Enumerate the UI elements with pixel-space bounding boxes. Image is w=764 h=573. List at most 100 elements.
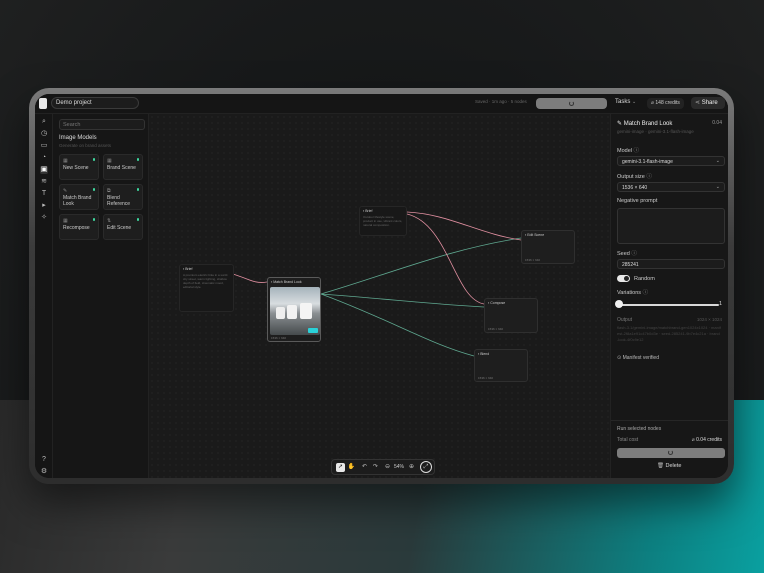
output-size-label: Output size ⓘ <box>617 174 652 180</box>
fit-view-icon[interactable]: ⤢ <box>420 461 432 473</box>
total-cost-label: Total cost <box>617 437 639 443</box>
video-icon[interactable]: ▸ <box>40 202 48 210</box>
app-window: Demo project Saved · 1m ago · 5 nodes Ta… <box>35 94 728 478</box>
select-tool-icon[interactable]: ➚ <box>336 463 345 472</box>
variations-slider-handle[interactable] <box>615 300 623 308</box>
negative-prompt-input[interactable] <box>617 208 725 244</box>
run-button[interactable] <box>536 98 607 109</box>
zoom-in-icon[interactable]: ⊕ <box>407 463 416 472</box>
model-tile-blend-reference[interactable]: ⧉ Blend Reference <box>103 184 143 210</box>
output-details: flash-3.1/gemini-image/matchbrand-gen102… <box>617 325 721 342</box>
share-icon: ⋖ <box>695 100 701 106</box>
model-tile-match-brand-look[interactable]: ✎ Match Brand Look <box>59 184 99 210</box>
variations-slider[interactable] <box>619 304 719 306</box>
section-title: Image Models <box>59 135 97 141</box>
brush-icon: ✎ <box>617 121 623 127</box>
grid-icon: ▦ <box>63 218 68 224</box>
brief-node[interactable]: ▪ Brief A premium electric bike in a sun… <box>179 264 234 312</box>
edge-brief2-to-edit <box>406 211 522 241</box>
seed-input[interactable]: 285241 <box>617 259 725 269</box>
zoom-out-icon[interactable]: ⊖ <box>383 463 392 472</box>
app-logo-icon[interactable] <box>39 98 47 109</box>
node-subtitle: gemini-image · gemini-3.1-flash-image <box>617 129 694 134</box>
variations-value: 1 <box>718 301 722 307</box>
model-select[interactable]: gemini-3.1-flash-image ⌄ <box>617 156 725 166</box>
edge-match-to-blend <box>320 293 475 357</box>
run-selected-button[interactable] <box>617 448 725 458</box>
tile-label: Blend Reference <box>107 195 131 207</box>
credits-badge[interactable]: ⌀ 148 credits <box>647 98 684 109</box>
node-title: ▪ Blend <box>478 352 490 356</box>
model-tile-new-scene[interactable]: ▦ New Scene <box>59 154 99 180</box>
tasks-menu[interactable]: Tasks ⌄ <box>615 99 636 105</box>
tile-label: Brand Scene <box>107 165 136 171</box>
node-title: ▪ Edit Scene <box>525 233 545 237</box>
share-button[interactable]: ⋖ Share <box>691 97 725 109</box>
model-tile-recompose[interactable]: ▦ Recompose <box>59 214 99 240</box>
node-title: ▪ Match Brand Look <box>271 280 302 284</box>
edit-scene-node[interactable]: ▪ Edit Scene 1536 × 640 <box>521 230 575 264</box>
tile-label: Edit Scene <box>107 225 132 231</box>
output-size-select[interactable]: 1536 × 640 ⌄ <box>617 182 725 192</box>
models-panel: Search Image Models Generate on brand as… <box>53 114 149 478</box>
blend-node[interactable]: ▪ Blend 1536 × 640 <box>474 349 528 382</box>
chevron-down-icon: ⌄ <box>632 99 637 105</box>
trash-icon: 🗑 <box>657 463 664 469</box>
search-icon[interactable]: ⌕ <box>40 118 48 126</box>
tile-label: New Scene <box>63 165 89 171</box>
brief-node-2[interactable]: ▪ Brief Outdoor lifestyle scene, product… <box>359 206 407 236</box>
palette-icon[interactable]: ◔ <box>40 154 48 162</box>
node-title: ▪ Brief <box>363 209 373 213</box>
undo-icon[interactable]: ↶ <box>360 463 369 472</box>
node-cost: 0.04 <box>712 120 722 126</box>
project-name-field[interactable]: Demo project <box>51 97 139 109</box>
chevron-down-icon: ⌄ <box>715 158 720 164</box>
section-subtitle: Generate on brand assets <box>59 143 112 148</box>
credit-icon: ⌀ <box>651 100 655 106</box>
model-tile-edit-scene[interactable]: ⇅ Edit Scene <box>103 214 143 240</box>
node-footer: 1536 × 640 <box>271 336 287 340</box>
edge-brief-to-match <box>232 273 268 283</box>
status-dot <box>92 188 95 191</box>
magic-wand-icon[interactable]: ✧ <box>40 214 48 222</box>
run-dock: Run selected nodes Total cost ⌀ 0.04 cre… <box>611 420 728 478</box>
tile-label: Match Brand Look <box>63 195 92 207</box>
text-icon[interactable]: T <box>40 190 48 198</box>
image-models-icon[interactable]: ▣ <box>40 166 48 174</box>
help-icon[interactable]: ? <box>40 456 48 464</box>
node-title: ▪ Brief <box>183 267 193 271</box>
frame-icon: ▦ <box>107 158 112 164</box>
model-tile-brand-scene[interactable]: ▦ Brand Scene <box>103 154 143 180</box>
search-input[interactable]: Search <box>59 119 145 130</box>
folder-icon[interactable]: ▭ <box>40 142 48 150</box>
random-toggle[interactable] <box>617 275 630 282</box>
status-dot <box>136 158 139 161</box>
status-dot <box>92 158 95 161</box>
chevron-down-icon: ⌄ <box>715 184 720 190</box>
inspector-panel: ✎ Match Brand Look 0.04 gemini-image · g… <box>610 114 728 478</box>
info-icon: ⓘ <box>633 148 640 154</box>
credit-icon: ⌀ <box>691 437 695 443</box>
settings-gear-icon[interactable]: ⚙ <box>40 468 48 476</box>
node-body: Outdoor lifestyle scene, product in use,… <box>363 215 403 227</box>
edge-match-to-edit <box>320 237 522 295</box>
redo-icon[interactable]: ↷ <box>371 463 380 472</box>
delete-button[interactable]: 🗑 Delete <box>657 463 681 469</box>
random-label: Random <box>634 276 655 282</box>
node-canvas[interactable]: ▪ Brief A premium electric bike in a sun… <box>149 114 610 478</box>
generated-image-thumbnail <box>270 287 320 335</box>
layers-icon[interactable]: ≋ <box>40 178 48 186</box>
node-title: ✎ Match Brand Look <box>617 121 673 127</box>
icon-rail: ⌕ ◷ ▭ ◔ ▣ ≋ T ▸ ✧ ? ⚙ <box>35 114 53 478</box>
negative-prompt-label: Negative prompt <box>617 198 658 204</box>
edge-match-to-compose <box>320 293 485 308</box>
history-icon[interactable]: ◷ <box>40 130 48 138</box>
tile-label: Recompose <box>63 225 90 231</box>
frame-icon: ▦ <box>63 158 68 164</box>
match-brand-look-node[interactable]: ▪ Match Brand Look 1536 × 640 <box>267 277 321 342</box>
compose-node[interactable]: ▪ Compose 1536 × 640 <box>484 298 538 333</box>
status-dot <box>136 218 139 221</box>
total-cost-value: ⌀ 0.04 credits <box>691 437 722 443</box>
top-bar: Demo project Saved · 1m ago · 5 nodes Ta… <box>35 94 728 114</box>
hand-tool-icon[interactable]: ✋ <box>347 463 356 472</box>
